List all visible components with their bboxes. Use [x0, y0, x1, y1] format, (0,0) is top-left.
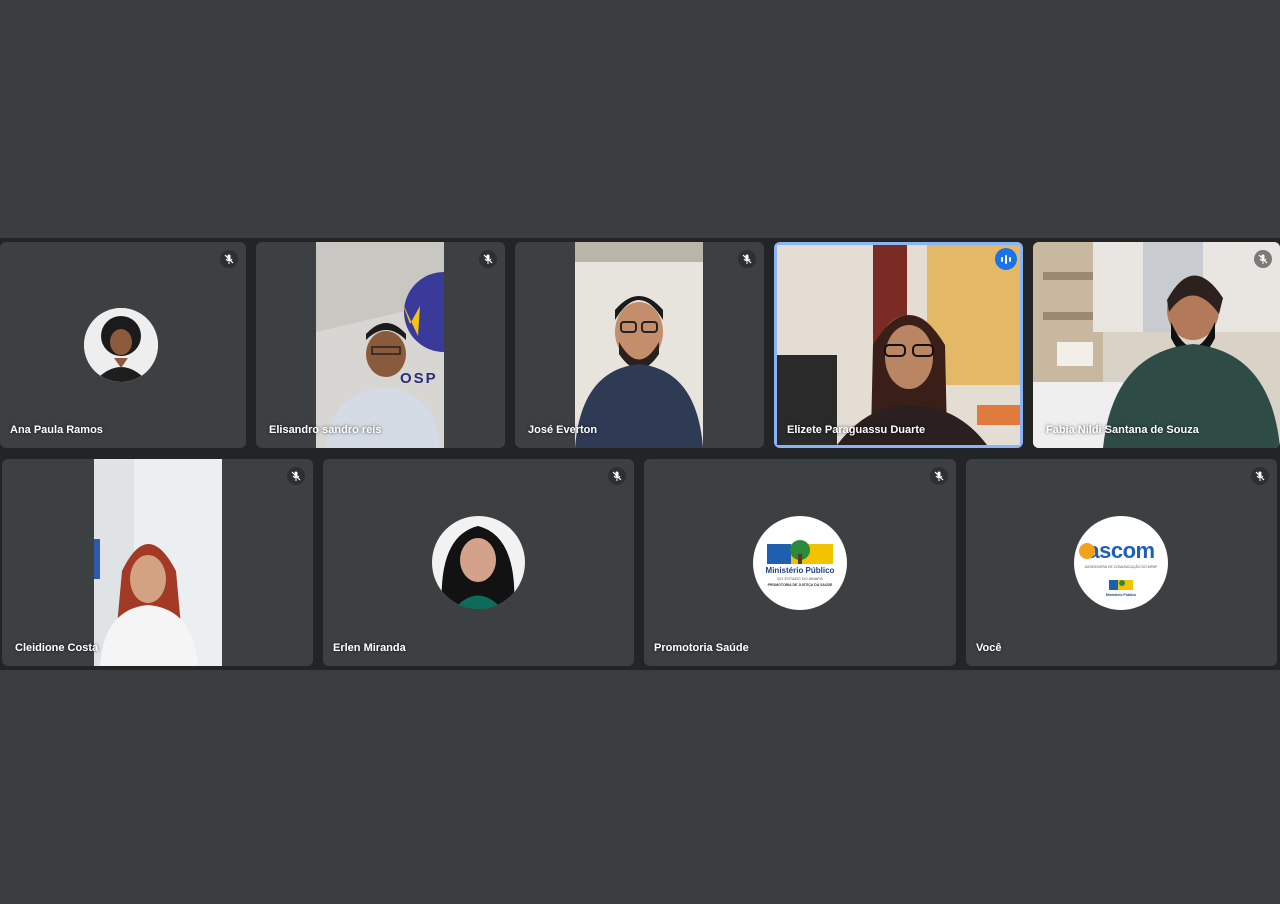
participant-name: Ana Paula Ramos: [10, 424, 103, 436]
participant-tile-cleidione-costa[interactable]: Cleidione Costa: [2, 459, 313, 666]
participant-tile-jose-everton[interactable]: José Everton: [515, 242, 764, 448]
participant-name: José Everton: [528, 424, 598, 436]
mic-off-icon: [220, 250, 238, 268]
participant-video: [575, 242, 703, 448]
mic-off-icon: [1254, 250, 1272, 268]
avatar: [432, 516, 525, 609]
participant-tile-elizete-paraguassu-duarte[interactable]: Elizete Paraguassu Duarte: [774, 242, 1023, 448]
participant-tile-elisandro-sandro-reis[interactable]: OSP Elisandro sandro reis: [256, 242, 505, 448]
participant-name: Fabia Nildi Santana de Souza: [1046, 424, 1199, 436]
participant-tile-fabia-nildi-santana-de-souza[interactable]: Fabia Nildi Santana de Souza: [1033, 242, 1280, 448]
participant-video: [94, 459, 222, 666]
participant-name: Promotoria Saúde: [654, 642, 749, 654]
participant-tile-voce[interactable]: ascom ASSESSORIA DE COMUNICAÇÃO DO MPAP …: [966, 459, 1277, 666]
avatar: [84, 308, 158, 382]
participant-video: [1033, 242, 1280, 448]
logo-title: Ministério Público: [765, 566, 835, 575]
logo-footer: PROMOTORIA DE JUSTIÇA DA SAÚDE: [767, 583, 833, 587]
organization-logo: ascom ASSESSORIA DE COMUNICAÇÃO DO MPAP …: [1074, 516, 1168, 610]
participant-name: Cleidione Costa: [15, 642, 99, 654]
participant-tile-ana-paula-ramos[interactable]: Ana Paula Ramos: [0, 242, 246, 448]
participant-grid: Ana Paula Ramos OSP Elisandro sandro rei…: [0, 238, 1280, 670]
participant-name: Elizete Paraguassu Duarte: [787, 424, 926, 436]
participant-video: OSP: [316, 242, 444, 448]
mic-off-icon: [1251, 467, 1269, 485]
background-banner-text: OSP: [400, 370, 438, 387]
mic-off-icon: [479, 250, 497, 268]
mic-off-icon: [738, 250, 756, 268]
participant-name: Elisandro sandro reis: [269, 424, 382, 436]
participant-tile-erlen-miranda[interactable]: Erlen Miranda: [323, 459, 634, 666]
participant-name: Erlen Miranda: [333, 642, 406, 654]
logo-footer: Ministério Público: [1105, 593, 1137, 597]
participant-video: [777, 245, 1020, 445]
organization-logo: Ministério Público DO ESTADO DO AMAPÁ PR…: [753, 516, 847, 610]
top-empty-area: [0, 0, 1280, 238]
logo-subtitle: DO ESTADO DO AMAPÁ: [777, 576, 823, 581]
mic-off-icon: [608, 467, 626, 485]
participant-tile-promotoria-saude[interactable]: Ministério Público DO ESTADO DO AMAPÁ PR…: [644, 459, 956, 666]
participant-name: Você: [976, 642, 1002, 654]
mic-off-icon: [930, 467, 948, 485]
audio-level-icon: [995, 248, 1017, 270]
mic-off-icon: [287, 467, 305, 485]
